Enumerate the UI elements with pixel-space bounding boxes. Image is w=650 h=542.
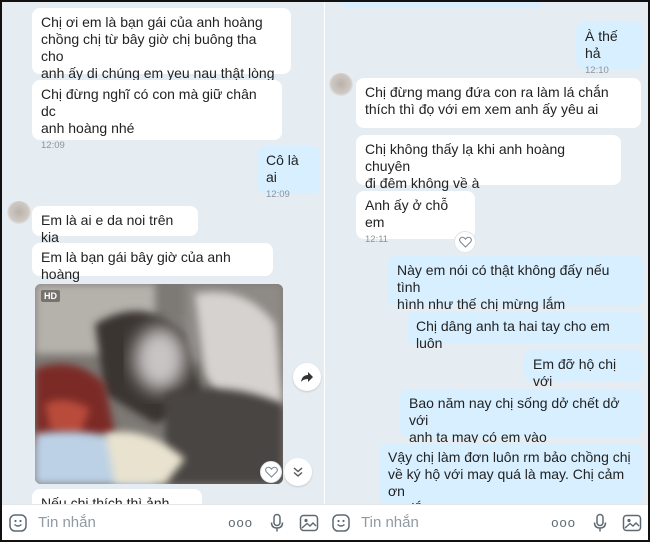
scroll-down-button[interactable] [284,458,312,486]
smiley-icon[interactable] [329,511,353,535]
double-chevron-down-icon [293,467,303,477]
share-button[interactable] [293,363,321,391]
more-options-button[interactable]: ooo [228,515,253,530]
message-text: Cô là ai [266,152,299,185]
react-button[interactable] [454,231,476,253]
blurred-photo-image [35,284,283,484]
message-bubble-outgoing[interactable]: Chị dâng anh ta hai tay cho em luôn [407,312,643,351]
microphone-icon[interactable] [265,511,289,535]
share-arrow-icon [301,372,313,382]
message-text: Chị đừng mang đứa con ra làm lá chắn thí… [365,84,609,117]
message-text: Bao năm nay chị sống dở chết dở với anh … [409,395,620,445]
message-bubble-outgoing-partial [342,2,542,8]
message-text: Em đỡ hộ chị với [533,356,617,389]
message-time: 12:09 [266,189,290,200]
hd-badge: HD [41,290,60,302]
chat-screenshot-frame: Chị ơi em là bạn gái của anh hoàng chồng… [0,0,650,542]
chat-pane-right: À thế hả 12:10 Chị đừng mang đứa con ra … [325,2,648,540]
message-text: Này em nói có thật không đấy nếu tình hì… [397,262,610,312]
heart-icon [264,466,278,478]
blurred-photo-message[interactable]: HD [35,284,283,484]
message-bubble-outgoing[interactable]: Này em nói có thật không đấy nếu tình hì… [388,256,643,312]
message-text: Chị không thấy lạ khi anh hoàng chuyên đ… [365,141,566,191]
message-bubble-incoming[interactable]: Chị đừng mang đứa con ra làm lá chắn thí… [356,78,641,128]
chat-pane-left: Chị ơi em là bạn gái của anh hoàng chồng… [2,2,325,540]
message-bubble-outgoing[interactable]: À thế hả 12:10 [576,22,643,76]
message-bubble-incoming[interactable]: Chị không thấy lạ khi anh hoàng chuyên đ… [356,135,621,191]
message-bubble-outgoing[interactable]: Em đỡ hộ chị với [524,350,643,389]
microphone-icon[interactable] [588,511,612,535]
image-icon[interactable] [620,511,644,535]
message-text: Chị ơi em là bạn gái của anh hoàng chồng… [41,14,275,81]
avatar[interactable] [329,73,353,97]
message-bubble-incoming[interactable]: Chị đừng nghĩ có con mà giữ chân dc anh … [32,80,282,151]
message-bubble-incoming[interactable]: Em là ai e da noi trên kia [32,206,198,245]
react-button[interactable] [260,461,282,483]
more-options-button[interactable]: ooo [551,515,576,530]
message-text: À thế hả [585,28,618,61]
message-composer-left: Tin nhắn ooo [2,504,325,540]
message-bubble-outgoing[interactable]: Vậy chị làm đơn luôn rm bảo chồng chị về… [379,443,643,516]
heart-icon [458,236,472,248]
avatar[interactable] [7,201,31,225]
message-time: 12:11 [365,234,389,245]
message-bubble-outgoing[interactable]: Cô là ai 12:09 [257,146,320,200]
message-bubble-incoming[interactable]: Chị ơi em là bạn gái của anh hoàng chồng… [32,8,291,81]
message-text: Chị dâng anh ta hai tay cho em luôn [416,318,610,351]
smiley-icon[interactable] [6,511,30,535]
message-text: Em là ai e da noi trên kia [41,212,174,245]
image-icon[interactable] [297,511,321,535]
message-bubble-incoming[interactable]: Anh ấy ở chỗ em 12:11 [356,191,475,245]
message-text: Em là bạn gái bây giờ của anh hoàng [41,249,231,282]
message-text: Chị đừng nghĩ có con mà giữ chân dc anh … [41,86,257,136]
message-input[interactable]: Tin nhắn [38,514,228,531]
message-composer-right: Tin nhắn ooo [325,504,648,540]
message-bubble-outgoing[interactable]: Bao năm nay chị sống dở chết dở với anh … [400,389,643,445]
message-time: 12:09 [41,140,65,151]
message-input[interactable]: Tin nhắn [361,514,551,531]
message-text: Anh ấy ở chỗ em [365,197,449,230]
message-bubble-incoming[interactable]: Em là bạn gái bây giờ của anh hoàng [32,243,273,282]
message-time: 12:10 [585,65,609,76]
